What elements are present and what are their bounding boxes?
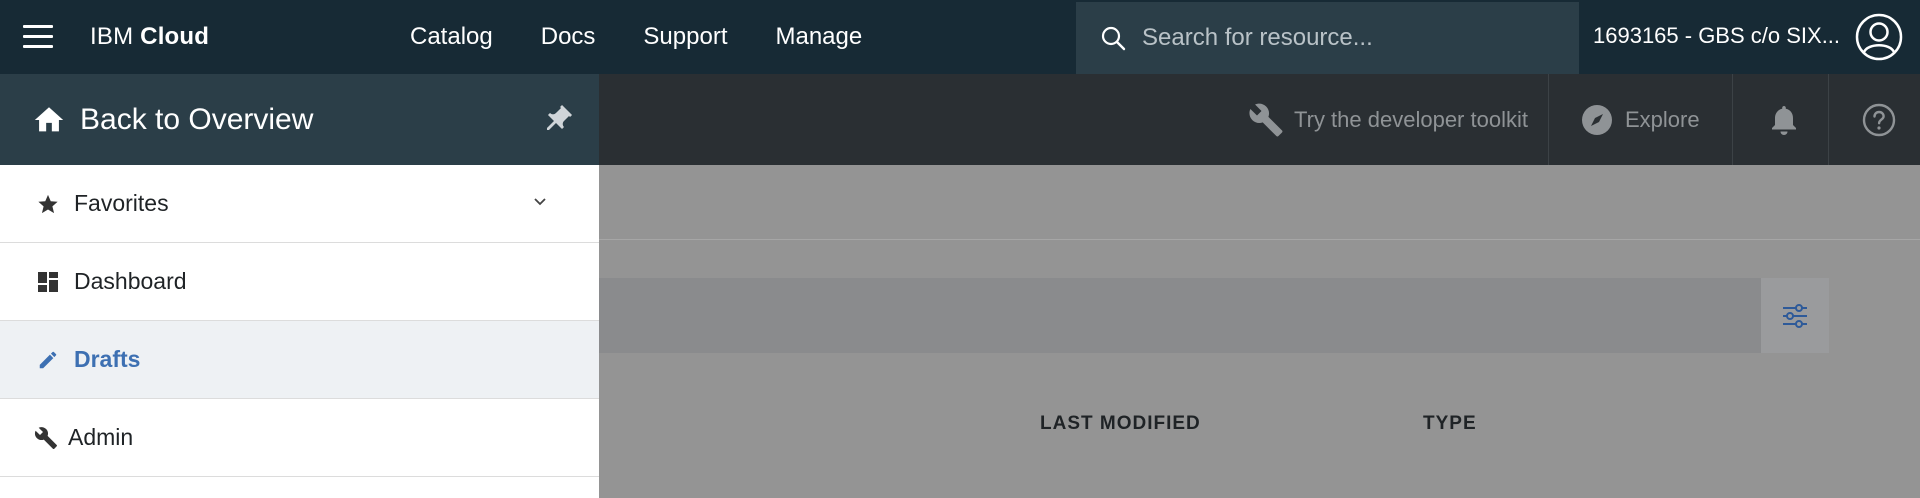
brand-bold: Cloud [140,23,210,50]
sidebar-item-admin[interactable]: Admin [0,399,599,477]
top-nav-links: Catalog Docs Support Manage [410,23,910,51]
sliders-icon [1783,303,1807,328]
table-filter-bar[interactable] [599,278,1761,353]
brand-prefix: IBM [90,23,134,50]
search-icon [1101,26,1126,51]
nav-manage-link[interactable]: Manage [775,23,862,51]
compass-icon [1582,104,1612,135]
developer-toolkit-label: Try the developer toolkit [1294,106,1528,132]
secondary-toolbar: Try the developer toolkit Explore [599,74,1920,165]
content-divider [599,239,1920,240]
back-to-overview-label: Back to Overview [80,102,314,136]
toolbar-divider [1732,74,1733,165]
pencil-icon [36,348,60,372]
dashboard-icon [36,270,60,294]
column-header-last-modified[interactable]: LAST MODIFIED [1040,413,1201,435]
column-header-type[interactable]: TYPE [1423,413,1477,435]
developer-toolkit-link[interactable]: Try the developer toolkit [1248,74,1528,165]
wrench-icon [1249,103,1283,136]
sidebar-item-label: Admin [68,424,134,450]
side-navigation-drawer: Back to Overview Favorites Dashboard Dra… [0,74,599,498]
sidebar-item-dashboard[interactable]: Dashboard [0,243,599,321]
search-input[interactable] [1140,23,1564,53]
home-icon [34,106,64,131]
back-to-overview-header[interactable]: Back to Overview [0,74,599,165]
toolbar-divider [1828,74,1829,165]
sidebar-item-label: Dashboard [74,268,187,294]
top-nav-bar: IBM Cloud Catalog Docs Support Manage 16… [0,0,1920,74]
hamburger-menu-icon[interactable] [23,25,53,49]
explore-link[interactable]: Explore [1581,74,1700,165]
sidebar-item-label: Drafts [74,346,141,372]
sidebar-item-favorites[interactable]: Favorites [0,165,599,243]
toolbar-divider [1548,74,1549,165]
wrench-icon [34,426,58,450]
account-selector[interactable]: 1693165 - GBS c/o SIX... [1593,23,1840,49]
explore-label: Explore [1625,106,1700,132]
search-box [1076,2,1579,74]
brand-logo[interactable]: IBM Cloud [90,23,209,51]
chevron-down-icon[interactable] [531,193,549,211]
nav-support-link[interactable]: Support [643,23,727,51]
help-icon[interactable] [1862,74,1896,165]
main-content-dimmed: LAST MODIFIED TYPE [599,165,1920,498]
user-avatar-icon[interactable] [1855,13,1903,66]
sidebar-item-drafts[interactable]: Drafts [0,321,599,399]
nav-docs-link[interactable]: Docs [541,23,596,51]
nav-catalog-link[interactable]: Catalog [410,23,493,51]
sidebar-item-label: Favorites [74,190,169,216]
pin-icon[interactable] [540,103,574,137]
notifications-bell-icon[interactable] [1770,74,1798,165]
star-icon [36,192,60,216]
filter-settings-button[interactable] [1761,278,1829,353]
